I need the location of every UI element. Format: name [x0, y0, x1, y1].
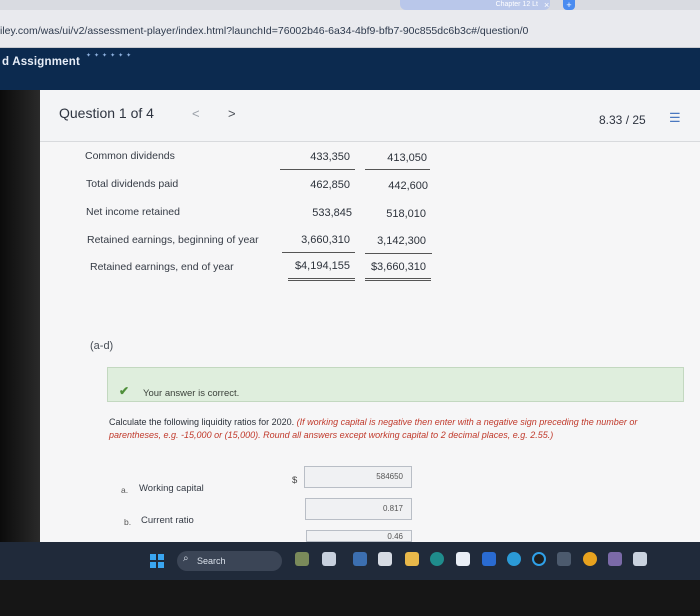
- table-cell: 413,050: [387, 152, 427, 164]
- table-row-label: Retained earnings, beginning of year: [87, 234, 259, 246]
- store-icon[interactable]: [456, 552, 470, 566]
- current-ratio-input[interactable]: 0.817: [305, 498, 412, 520]
- tab-close-icon[interactable]: ×: [544, 0, 549, 10]
- check-icon: ✔: [119, 384, 130, 398]
- table-cell: 3,142,300: [377, 235, 426, 247]
- browser-tab[interactable]: Chapter 12 Lt: [400, 0, 550, 10]
- app-icon[interactable]: [482, 552, 496, 566]
- question-counter: Question 1 of 4: [59, 105, 154, 121]
- currency-prefix: $: [292, 475, 298, 486]
- app-icon[interactable]: [557, 552, 571, 566]
- table-cell: $3,660,310: [370, 261, 426, 273]
- item-label: Working capital: [139, 483, 204, 494]
- edge-icon[interactable]: [430, 552, 444, 566]
- table-row-label: Total dividends paid: [86, 178, 179, 190]
- tab-strip: [0, 0, 700, 10]
- instructions: Calculate the following liquidity ratios…: [109, 416, 684, 442]
- table-cell: 462,850: [310, 179, 350, 191]
- new-tab-button[interactable]: +: [563, 0, 575, 10]
- table-underline: [280, 169, 355, 170]
- table-row-label: Common dividends: [85, 150, 175, 162]
- feedback-text: Your answer is correct.: [143, 388, 240, 399]
- table-underline: [365, 253, 432, 254]
- chrome-icon[interactable]: [583, 552, 597, 566]
- screen-edge: [0, 90, 40, 545]
- app-icon[interactable]: [608, 552, 622, 566]
- item-label: Current ratio: [141, 515, 194, 526]
- item-letter: a.: [121, 485, 129, 495]
- part-label: (a-d): [90, 340, 114, 352]
- assignment-title: d Assignment: [2, 56, 81, 68]
- table-cell: 3,660,310: [301, 234, 350, 246]
- working-capital-input[interactable]: 584650: [304, 466, 412, 488]
- app-icon[interactable]: [353, 552, 367, 566]
- taskbar-search[interactable]: Search: [177, 551, 282, 571]
- app-icon[interactable]: [633, 552, 647, 566]
- next-question-icon[interactable]: >: [228, 106, 236, 121]
- instruction-main: Calculate the following liquidity ratios…: [109, 417, 295, 427]
- screen-bezel: [0, 580, 700, 616]
- table-double-underline: [365, 278, 431, 281]
- table-cell: 442,600: [388, 180, 428, 192]
- search-icon: ⌕: [183, 553, 189, 564]
- table-row-label: Net income retained: [86, 206, 180, 218]
- task-view-icon[interactable]: [322, 552, 336, 566]
- table-row-label: Retained earnings, end of year: [90, 261, 234, 273]
- file-explorer-icon[interactable]: [405, 552, 419, 566]
- app-icon[interactable]: [532, 552, 546, 566]
- table-cell: 433,350: [310, 151, 350, 163]
- app-icon[interactable]: [507, 552, 521, 566]
- windows-start-icon[interactable]: [150, 554, 164, 568]
- table-underline: [365, 169, 430, 170]
- widget-icon[interactable]: [295, 552, 309, 566]
- list-icon[interactable]: ☰: [669, 110, 681, 126]
- table-cell: 518,010: [386, 208, 426, 220]
- app-icon[interactable]: [378, 552, 392, 566]
- previous-question-icon[interactable]: <: [192, 106, 200, 121]
- table-cell: 533,845: [312, 207, 352, 219]
- table-double-underline: [288, 278, 355, 281]
- answer-input[interactable]: 0.46: [306, 530, 412, 542]
- table-underline: [282, 252, 355, 253]
- item-letter: b.: [124, 517, 132, 527]
- header-decoration: ✦✦✦✦✦✦: [86, 53, 135, 59]
- table-cell: $4,194,155: [294, 260, 350, 272]
- score-display: 8.33 / 25: [599, 113, 646, 127]
- address-bar[interactable]: iley.com/was/ui/v2/assessment-player/ind…: [0, 18, 700, 44]
